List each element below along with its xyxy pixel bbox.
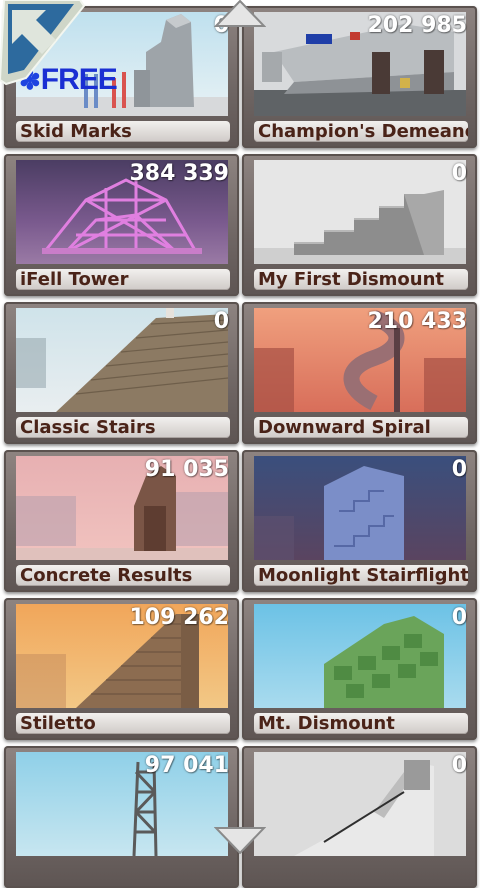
level-name-label: Classic Stairs: [16, 417, 230, 438]
level-name: Concrete Results: [20, 565, 193, 586]
ramp-building-thumbnail: [254, 752, 466, 856]
level-name: Stiletto: [20, 713, 96, 734]
scroll-down-button[interactable]: [213, 826, 267, 855]
level-name-label: Mt. Dismount: [254, 713, 468, 734]
level-grid: ✽FREE 0 Skid Marks 202 985 Champion's De…: [0, 0, 480, 888]
level-card-classic-stairs[interactable]: 0 Classic Stairs: [4, 302, 239, 444]
level-name: Skid Marks: [20, 121, 132, 142]
level-score: 109 262: [129, 605, 229, 630]
level-name: My First Dismount: [258, 269, 445, 290]
level-name: Downward Spiral: [258, 417, 431, 438]
level-score: 0: [451, 605, 467, 630]
level-name-label: Stiletto: [16, 713, 230, 734]
level-name-label: iFell Tower: [16, 269, 230, 290]
level-name-label: Skid Marks: [16, 121, 230, 142]
scroll-up-arrow-icon: [213, 0, 267, 27]
level-name-label: Champion's Demeanor: [254, 121, 468, 142]
level-name: Mt. Dismount: [258, 713, 395, 734]
level-name-label: Downward Spiral: [254, 417, 468, 438]
level-score: 97 041: [144, 753, 229, 778]
scroll-up-button[interactable]: [213, 0, 267, 28]
level-score: 0: [451, 457, 467, 482]
level-card-downward-spiral[interactable]: 210 433 Downward Spiral: [242, 302, 477, 444]
moonlight-stairflight-thumbnail: [254, 456, 466, 560]
mt-dismount-thumbnail: [254, 604, 466, 708]
level-score: 0: [451, 161, 467, 186]
level-name-label: Concrete Results: [16, 565, 230, 586]
level-name: iFell Tower: [20, 269, 129, 290]
level-card-stiletto[interactable]: 109 262 Stiletto: [4, 598, 239, 740]
level-card-mt-dismount[interactable]: 0 Mt. Dismount: [242, 598, 477, 740]
classic-stairs-thumbnail: [16, 308, 228, 412]
level-card-concrete-results[interactable]: 91 035 Concrete Results: [4, 450, 239, 592]
level-card-ramp-building[interactable]: 0: [242, 746, 477, 888]
back-arrow-icon: [0, 0, 86, 86]
level-card-moonlight-stairflight[interactable]: 0 Moonlight Stairflight: [242, 450, 477, 592]
level-score: 0: [213, 309, 229, 334]
level-score: 91 035: [144, 457, 229, 482]
level-score: 384 339: [129, 161, 229, 186]
back-button[interactable]: [0, 0, 86, 86]
scroll-down-arrow-icon: [213, 827, 267, 855]
level-score: 0: [451, 753, 467, 778]
level-card-ifell-tower[interactable]: 384 339 iFell Tower: [4, 154, 239, 296]
level-card-champions-demeanor[interactable]: 202 985 Champion's Demeanor: [242, 6, 477, 148]
level-name-label: Moonlight Stairflight: [254, 565, 468, 586]
level-score: 210 433: [367, 309, 467, 334]
level-name-label: My First Dismount: [254, 269, 468, 290]
level-card-my-first-dismount[interactable]: 0 My First Dismount: [242, 154, 477, 296]
level-name: Classic Stairs: [20, 417, 156, 438]
level-score: 202 985: [367, 13, 467, 38]
level-name: Champion's Demeanor: [258, 121, 468, 142]
level-card-scaffold-tower[interactable]: 97 041: [4, 746, 239, 888]
my-first-dismount-thumbnail: [254, 160, 466, 264]
level-name: Moonlight Stairflight: [258, 565, 468, 586]
